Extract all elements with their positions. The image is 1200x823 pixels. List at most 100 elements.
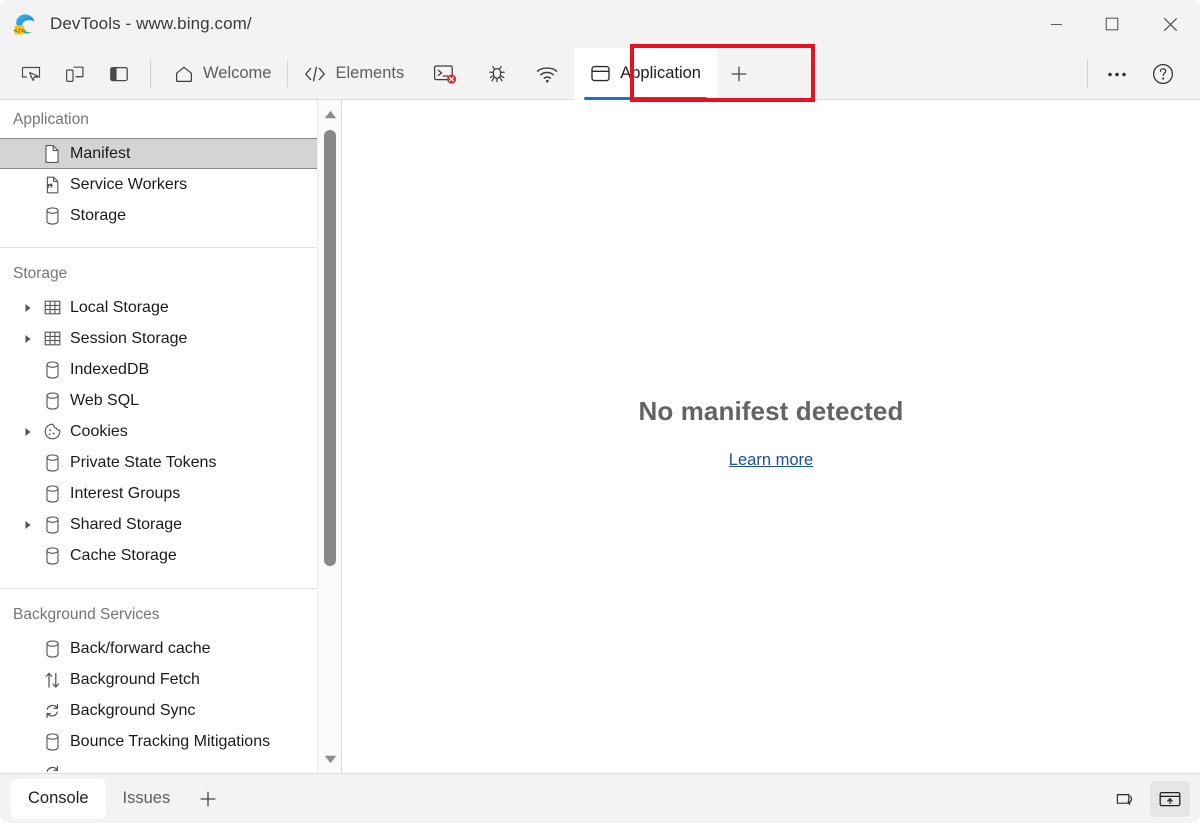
console-error-icon bbox=[433, 63, 459, 85]
sidebar-item-label: Cookies bbox=[70, 422, 128, 440]
sidebar-item-label: Service Workers bbox=[70, 175, 188, 193]
sidebar-item-label: Session Storage bbox=[70, 329, 188, 347]
panel-tabs: Welcome Elements Application bbox=[158, 47, 759, 100]
help-button[interactable] bbox=[1140, 53, 1186, 95]
sidebar-item-service-workers[interactable]: Service Workers bbox=[0, 169, 318, 200]
network-wifi-icon bbox=[535, 63, 561, 85]
devtools-tab-bar: Welcome Elements Application bbox=[0, 47, 1200, 100]
sidebar-scrollbar[interactable] bbox=[317, 100, 341, 773]
sidebar-item-local-storage[interactable]: Local Storage bbox=[0, 292, 318, 323]
scroll-down-arrow[interactable] bbox=[318, 748, 341, 770]
svg-text:</>: </> bbox=[13, 27, 25, 34]
sidebar-item-partially-visible[interactable] bbox=[0, 757, 318, 773]
inspect-cursor-icon[interactable] bbox=[9, 53, 53, 95]
scroll-up-arrow[interactable] bbox=[318, 103, 341, 125]
tab-debugger[interactable] bbox=[472, 48, 522, 100]
drawer-tab-label: Issues bbox=[122, 789, 171, 807]
drawer-actions bbox=[1106, 774, 1190, 823]
database-icon bbox=[38, 515, 66, 535]
sidebar-item-back-forward-cache[interactable]: Back/forward cache bbox=[0, 633, 318, 664]
tab-welcome[interactable]: Welcome bbox=[158, 48, 287, 100]
sidebar-section-background-services: Background Services Back/forward cache B… bbox=[0, 589, 318, 773]
more-tools-button[interactable] bbox=[719, 53, 759, 95]
close-drawer-button[interactable] bbox=[1150, 781, 1190, 817]
sidebar-item-storage[interactable]: Storage bbox=[0, 200, 318, 231]
database-icon bbox=[38, 484, 66, 504]
inspect-tools-group bbox=[0, 53, 141, 95]
maximize-button[interactable] bbox=[1084, 0, 1140, 48]
tab-elements[interactable]: Elements bbox=[288, 48, 420, 100]
chevron-right-icon[interactable] bbox=[18, 520, 38, 530]
tab-label: Welcome bbox=[203, 64, 272, 82]
sidebar-item-label: Bounce Tracking Mitigations bbox=[70, 732, 271, 750]
manifest-document-icon bbox=[38, 144, 66, 164]
sidebar-item-shared-storage[interactable]: Shared Storage bbox=[0, 509, 318, 540]
toolbar-divider bbox=[150, 58, 151, 89]
sidebar-item-label: Background Fetch bbox=[70, 670, 200, 688]
window-controls bbox=[1028, 0, 1200, 48]
section-title: Storage bbox=[13, 265, 68, 282]
sidebar-item-cookies[interactable]: Cookies bbox=[0, 416, 318, 447]
title-bar: </> DevTools - www.bing.com/ bbox=[0, 0, 1200, 48]
tab-console-errors[interactable] bbox=[420, 48, 472, 100]
edge-devtools-logo-icon: </> bbox=[13, 12, 37, 36]
tab-label: Elements bbox=[335, 64, 405, 82]
sidebar-item-cache-storage[interactable]: Cache Storage bbox=[0, 540, 318, 571]
sidebar-item-web-sql[interactable]: Web SQL bbox=[0, 385, 318, 416]
sidebar-section-application: Application Manifest Service Workers Sto… bbox=[0, 100, 318, 231]
sidebar-item-label: Interest Groups bbox=[70, 484, 181, 502]
tab-network[interactable] bbox=[522, 48, 574, 100]
database-icon bbox=[38, 639, 66, 659]
sidebar-item-background-sync[interactable]: Background Sync bbox=[0, 695, 318, 726]
sidebar-item-label: Cache Storage bbox=[70, 546, 177, 564]
database-icon bbox=[38, 732, 66, 752]
more-options-button[interactable] bbox=[1094, 53, 1140, 95]
sidebar-scroll-thumb[interactable] bbox=[324, 130, 336, 566]
sidebar-item-bounce-tracking-mitigations[interactable]: Bounce Tracking Mitigations bbox=[0, 726, 318, 757]
sidebar-item-private-state-tokens[interactable]: Private State Tokens bbox=[0, 447, 318, 478]
sidebar-item-label: Manifest bbox=[70, 144, 131, 162]
close-button[interactable] bbox=[1140, 0, 1200, 48]
drawer-bar: Console Issues bbox=[0, 773, 1200, 823]
panel-layout-icon[interactable] bbox=[97, 53, 141, 95]
sidebar-item-manifest[interactable]: Manifest bbox=[0, 138, 318, 169]
sidebar-item-session-storage[interactable]: Session Storage bbox=[0, 323, 318, 354]
chevron-right-icon[interactable] bbox=[18, 303, 38, 313]
sync-circular-arrows-icon bbox=[38, 763, 66, 774]
window-title: DevTools - www.bing.com/ bbox=[50, 14, 252, 33]
tab-application[interactable]: Application bbox=[574, 47, 717, 100]
sidebar-item-label: Back/forward cache bbox=[70, 639, 211, 657]
application-sidebar: Application Manifest Service Workers Sto… bbox=[0, 100, 342, 773]
minimize-button[interactable] bbox=[1028, 0, 1084, 48]
home-icon bbox=[174, 64, 194, 84]
service-worker-icon bbox=[38, 175, 66, 195]
device-toolbar-icon[interactable] bbox=[53, 53, 97, 95]
arrows-up-down-icon bbox=[38, 670, 66, 690]
sidebar-item-label: Background Sync bbox=[70, 701, 196, 719]
bug-debugger-icon bbox=[485, 63, 509, 85]
chevron-right-icon[interactable] bbox=[18, 334, 38, 344]
application-panel-icon bbox=[590, 64, 611, 83]
drawer-tab-issues[interactable]: Issues bbox=[106, 779, 188, 819]
sync-circular-arrows-icon bbox=[38, 701, 66, 721]
devtools-window: </> DevTools - www.bing.com/ Welcome Ele… bbox=[0, 0, 1200, 823]
drawer-tabs: Console Issues bbox=[0, 774, 229, 823]
cookie-icon bbox=[38, 422, 66, 441]
sidebar-item-label: Shared Storage bbox=[70, 515, 183, 533]
chevron-right-icon[interactable] bbox=[18, 427, 38, 437]
sidebar-item-label: Local Storage bbox=[70, 298, 169, 316]
sidebar-item-background-fetch[interactable]: Background Fetch bbox=[0, 664, 318, 695]
drawer-tab-console[interactable]: Console bbox=[11, 778, 106, 819]
restore-drawer-button[interactable] bbox=[1106, 781, 1146, 817]
more-drawer-tools-button[interactable] bbox=[187, 779, 229, 819]
sidebar-item-indexeddb[interactable]: IndexedDB bbox=[0, 354, 318, 385]
tab-label: Application bbox=[620, 64, 701, 82]
learn-more-link[interactable]: Learn more bbox=[729, 451, 813, 470]
section-title: Background Services bbox=[13, 606, 160, 623]
sidebar-scroll-area: Application Manifest Service Workers Sto… bbox=[0, 100, 318, 773]
sidebar-item-label: IndexedDB bbox=[70, 360, 150, 378]
database-icon bbox=[38, 391, 66, 411]
empty-state: No manifest detected Learn more bbox=[342, 396, 1200, 470]
sidebar-item-interest-groups[interactable]: Interest Groups bbox=[0, 478, 318, 509]
database-icon bbox=[38, 206, 66, 226]
